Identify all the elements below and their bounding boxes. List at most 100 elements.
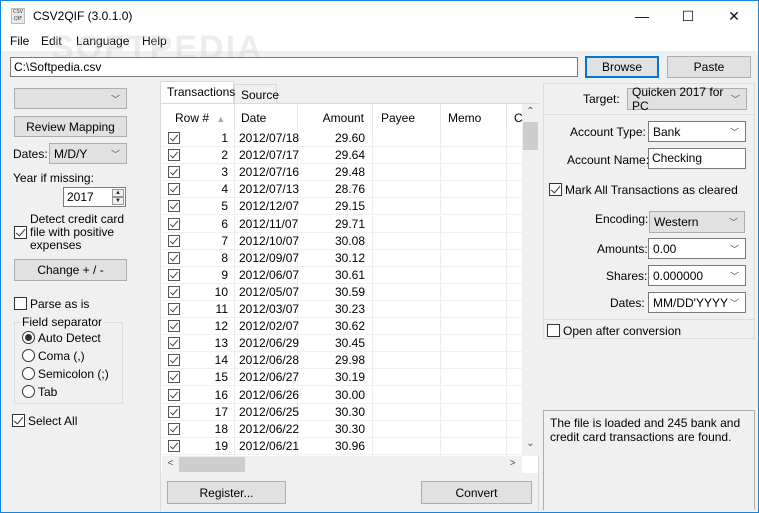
cell-separator bbox=[234, 266, 235, 284]
dates-format-dropdown[interactable]: M/D/Y ﹀ bbox=[49, 143, 127, 164]
table-row[interactable]: 9 2012/06/07 30.61 bbox=[162, 266, 522, 284]
window-title: CSV2QIF (3.0.1.0) bbox=[33, 9, 133, 23]
row-checkbox[interactable] bbox=[168, 183, 180, 196]
radio-coma[interactable] bbox=[22, 349, 35, 362]
menu-edit[interactable]: Edit bbox=[41, 34, 62, 48]
maximize-button[interactable]: ☐ bbox=[665, 1, 711, 31]
select-all-checkbox[interactable] bbox=[12, 414, 25, 427]
column-header-amount[interactable]: Amount bbox=[298, 104, 373, 130]
menu-language[interactable]: Language bbox=[76, 34, 129, 48]
paste-button[interactable]: Paste bbox=[667, 56, 751, 78]
column-header-row[interactable]: Row # ▲ bbox=[162, 104, 235, 130]
row-checkbox[interactable] bbox=[168, 200, 180, 213]
detect-credit-checkbox[interactable] bbox=[14, 226, 27, 239]
spin-down-icon[interactable]: ▼ bbox=[112, 197, 124, 205]
file-path-input[interactable]: C:\Softpedia.csv bbox=[10, 57, 578, 77]
menu-file[interactable]: File bbox=[10, 34, 29, 48]
mark-cleared-checkbox[interactable] bbox=[549, 183, 562, 196]
table-row[interactable]: 5 2012/12/07 29.15 bbox=[162, 198, 522, 216]
table-row[interactable]: 19 2012/06/21 30.96 bbox=[162, 437, 522, 455]
horizontal-scroll-thumb[interactable] bbox=[179, 457, 245, 472]
radio-auto-detect[interactable] bbox=[22, 331, 35, 344]
row-checkbox[interactable] bbox=[168, 371, 180, 384]
horizontal-scrollbar[interactable]: < > bbox=[162, 456, 522, 473]
cell-separator bbox=[506, 352, 507, 370]
qif-dates-label: Dates: bbox=[610, 296, 645, 310]
scroll-up-icon[interactable]: ⌃ bbox=[522, 106, 539, 117]
scroll-down-icon[interactable]: ⌄ bbox=[522, 438, 539, 449]
row-checkbox[interactable] bbox=[168, 388, 180, 401]
row-checkbox[interactable] bbox=[168, 268, 180, 281]
register-button[interactable]: Register... bbox=[167, 481, 286, 504]
table-row[interactable]: 8 2012/09/07 30.12 bbox=[162, 249, 522, 267]
vertical-scroll-thumb[interactable] bbox=[523, 122, 538, 150]
encoding-dropdown[interactable]: Western ﹀ bbox=[649, 211, 745, 233]
shares-dropdown[interactable]: 0.000000 ﹀ bbox=[648, 265, 746, 286]
scroll-left-icon[interactable]: < bbox=[162, 458, 179, 469]
table-row[interactable]: 1 2012/07/18 29.60 bbox=[162, 130, 522, 147]
row-checkbox[interactable] bbox=[168, 251, 180, 264]
open-after-checkbox[interactable] bbox=[547, 324, 560, 337]
minimize-button[interactable]: — bbox=[619, 1, 665, 31]
convert-button[interactable]: Convert bbox=[421, 481, 532, 504]
cell-separator bbox=[506, 437, 507, 455]
table-row[interactable]: 14 2012/06/28 29.98 bbox=[162, 352, 522, 370]
spin-up-icon[interactable]: ▲ bbox=[112, 189, 124, 197]
account-name-input[interactable]: Checking bbox=[648, 148, 746, 169]
radio-semicolon[interactable] bbox=[22, 367, 35, 380]
column-header-payee[interactable]: Payee bbox=[373, 104, 441, 130]
table-row[interactable]: 6 2012/11/07 29.71 bbox=[162, 215, 522, 233]
table-row[interactable]: 4 2012/07/13 28.76 bbox=[162, 181, 522, 199]
cell-separator bbox=[506, 164, 507, 182]
browse-button[interactable]: Browse bbox=[585, 56, 659, 78]
vertical-scrollbar[interactable]: ⌃ ⌄ bbox=[522, 104, 539, 456]
amounts-dropdown[interactable]: 0.00 ﹀ bbox=[648, 238, 746, 259]
row-checkbox[interactable] bbox=[168, 439, 180, 452]
row-checkbox[interactable] bbox=[168, 320, 180, 333]
row-checkbox[interactable] bbox=[168, 303, 180, 315]
radio-tab[interactable] bbox=[22, 385, 35, 398]
row-checkbox[interactable] bbox=[168, 337, 180, 350]
cell-separator bbox=[440, 232, 441, 250]
close-button[interactable]: ✕ bbox=[711, 1, 757, 31]
row-checkbox[interactable] bbox=[168, 132, 180, 144]
row-checkbox[interactable] bbox=[168, 234, 180, 247]
tab-transactions[interactable]: Transactions bbox=[160, 81, 235, 103]
table-row[interactable]: 7 2012/10/07 30.08 bbox=[162, 232, 522, 250]
column-header-category[interactable]: C bbox=[507, 104, 522, 130]
column-header-date[interactable]: Date bbox=[235, 104, 298, 130]
table-row[interactable]: 2 2012/07/17 29.64 bbox=[162, 147, 522, 165]
row-checkbox[interactable] bbox=[168, 422, 180, 435]
table-row[interactable]: 16 2012/06/26 30.00 bbox=[162, 386, 522, 404]
scroll-right-icon[interactable]: > bbox=[504, 458, 521, 469]
minimize-icon: — bbox=[635, 8, 649, 24]
table-row[interactable]: 12 2012/02/07 30.62 bbox=[162, 318, 522, 336]
row-checkbox[interactable] bbox=[168, 217, 180, 230]
cell-separator bbox=[506, 335, 507, 353]
target-dropdown[interactable]: Quicken 2017 for PC ﹀ bbox=[627, 85, 747, 113]
year-spinner[interactable]: 2017 ▲ ▼ bbox=[63, 187, 126, 207]
maximize-icon: ☐ bbox=[681, 7, 695, 24]
menu-help[interactable]: Help bbox=[142, 34, 167, 48]
review-mapping-button[interactable]: Review Mapping bbox=[14, 116, 127, 137]
table-row[interactable]: 13 2012/06/29 30.45 bbox=[162, 335, 522, 353]
account-type-dropdown[interactable]: Bank ﹀ bbox=[648, 121, 746, 142]
table-row[interactable]: 11 2012/03/07 30.23 bbox=[162, 301, 522, 318]
row-checkbox[interactable] bbox=[168, 405, 180, 418]
parse-as-is-checkbox[interactable] bbox=[14, 297, 27, 310]
column-header-memo[interactable]: Memo bbox=[441, 104, 507, 130]
tab-source[interactable]: Source bbox=[234, 84, 279, 104]
row-checkbox[interactable] bbox=[168, 354, 180, 367]
table-row[interactable]: 3 2012/07/16 29.48 bbox=[162, 164, 522, 182]
table-row[interactable]: 18 2012/06/22 30.30 bbox=[162, 420, 522, 438]
change-sign-button[interactable]: Change + / - bbox=[14, 259, 127, 281]
row-checkbox[interactable] bbox=[168, 149, 180, 162]
table-row[interactable]: 10 2012/05/07 30.59 bbox=[162, 283, 522, 301]
cell-separator bbox=[506, 130, 507, 147]
row-checkbox[interactable] bbox=[168, 285, 180, 298]
row-checkbox[interactable] bbox=[168, 166, 180, 179]
mapping-profile-dropdown[interactable]: ﹀ bbox=[14, 88, 127, 109]
qif-dates-dropdown[interactable]: MM/DD'YYYY ﹀ bbox=[648, 292, 746, 313]
table-row[interactable]: 15 2012/06/27 30.19 bbox=[162, 369, 522, 387]
table-row[interactable]: 17 2012/06/25 30.30 bbox=[162, 403, 522, 421]
